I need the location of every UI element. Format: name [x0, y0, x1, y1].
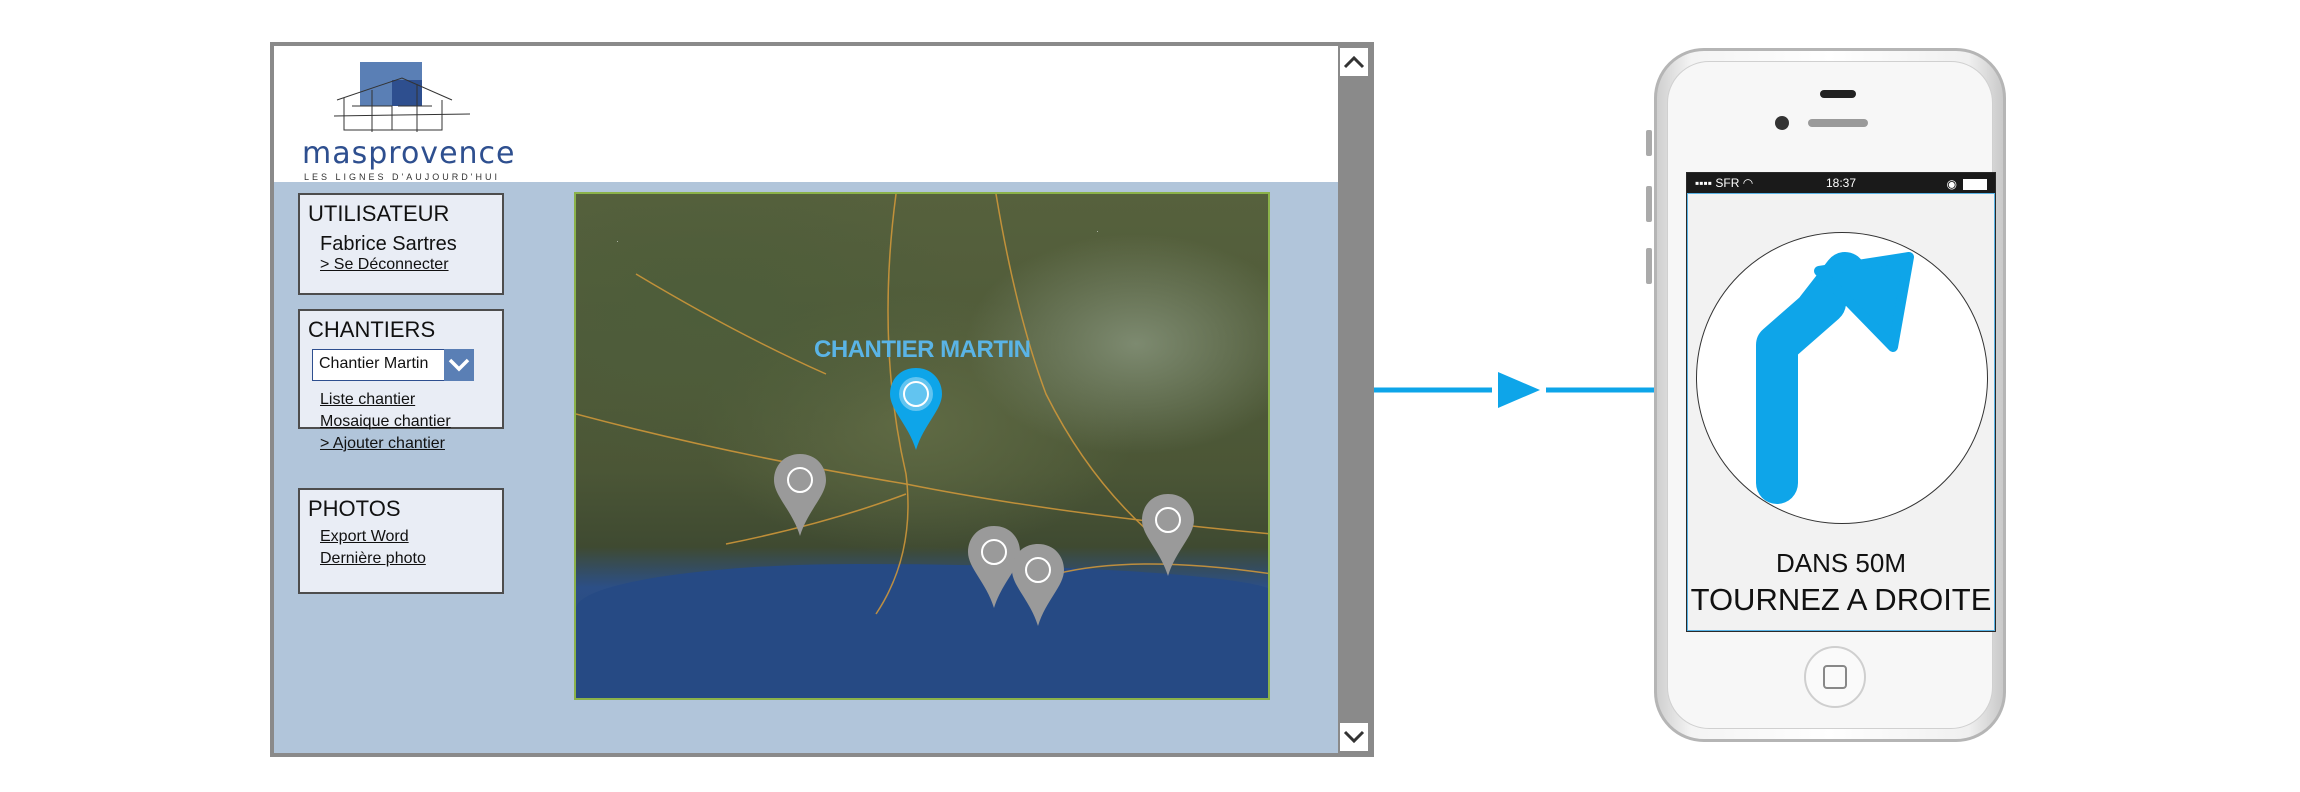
user-name: Fabrice Sartres	[320, 233, 457, 255]
vertical-scrollbar[interactable]	[1338, 46, 1370, 753]
battery-icon	[1963, 178, 1987, 190]
smartphone: ▪▪▪▪ SFR ◠ 18:37 ◉ DANS 50M TOURNEZ A DR…	[1654, 48, 2006, 742]
logo-tagline: LES LIGNES D'AUJOURD'HUI	[304, 172, 500, 182]
masprovence-logo: masprovence LES LIGNES D'AUJOURD'HUI	[302, 60, 515, 182]
liste-chantier-link[interactable]: Liste chantier	[320, 391, 494, 409]
map-site-label: CHANTIER MARTIN	[814, 336, 1031, 363]
map-pin-icon[interactable]	[1140, 492, 1196, 578]
chantiers-panel: CHANTIERS Chantier Martin Liste chantier…	[298, 309, 504, 452]
user-panel-title: UTILISATEUR	[308, 201, 450, 226]
phone-screen: ▪▪▪▪ SFR ◠ 18:37 ◉ DANS 50M TOURNEZ A DR…	[1686, 172, 1996, 632]
svg-text:·: ·	[1096, 226, 1099, 236]
app-header: masprovence LES LIGNES D'AUJOURD'HUI	[274, 46, 1342, 182]
status-bar: ▪▪▪▪ SFR ◠ 18:37 ◉	[1687, 173, 1995, 193]
turn-right-arrow-icon	[1756, 252, 1914, 504]
home-square-icon	[1823, 665, 1847, 689]
map-pin-icon[interactable]	[1010, 542, 1066, 628]
chevron-up-icon	[1343, 55, 1365, 69]
chantier-select[interactable]: Chantier Martin	[312, 349, 474, 381]
phone-volume-down	[1646, 248, 1652, 284]
phone-volume-up	[1646, 186, 1652, 222]
scroll-up-button[interactable]	[1340, 48, 1368, 76]
export-word-link[interactable]: Export Word	[320, 528, 494, 546]
chevron-down-icon	[448, 358, 470, 372]
photos-panel-title: PHOTOS	[308, 496, 401, 521]
satellite-map[interactable]: · · CHANTIER MARTIN	[574, 192, 1270, 700]
map-pin-icon[interactable]	[888, 366, 944, 452]
user-panel: UTILISATEUR Fabrice Sartres > Se Déconne…	[298, 193, 504, 295]
logout-link[interactable]: > Se Déconnecter	[320, 256, 494, 274]
phone-front: ▪▪▪▪ SFR ◠ 18:37 ◉ DANS 50M TOURNEZ A DR…	[1667, 61, 1996, 729]
navigation-app: DANS 50M TOURNEZ A DROITE	[1687, 193, 1995, 631]
svg-text:·: ·	[616, 236, 619, 246]
location-icon: ◉	[1946, 177, 1957, 191]
map-pin-icon[interactable]	[772, 452, 828, 538]
chantier-select-value: Chantier Martin	[319, 355, 429, 372]
phone-mute-switch	[1646, 130, 1652, 156]
home-button[interactable]	[1804, 646, 1866, 708]
mosaique-chantier-link[interactable]: Mosaique chantier	[320, 413, 494, 431]
phone-speaker	[1820, 90, 1856, 98]
turn-indicator	[1696, 232, 1988, 524]
scroll-down-button[interactable]	[1340, 723, 1368, 751]
photos-panel: PHOTOS Export Word Dernière photo	[298, 488, 504, 594]
status-right: ◉	[1947, 177, 1987, 191]
chantier-select-toggle[interactable]	[444, 349, 474, 381]
ajouter-chantier-link[interactable]: > Ajouter chantier	[320, 435, 494, 453]
chevron-down-icon	[1343, 730, 1365, 744]
front-camera-icon	[1775, 116, 1789, 130]
chantiers-panel-title: CHANTIERS	[308, 317, 436, 342]
flow-arrow-icon	[1374, 372, 1656, 408]
phone-earpiece	[1808, 119, 1868, 127]
distance-text: DANS 50M	[1775, 548, 1907, 578]
desktop-window: masprovence LES LIGNES D'AUJOURD'HUI UTI…	[270, 42, 1374, 757]
derniere-photo-link[interactable]: Dernière photo	[320, 550, 494, 568]
instruction-text: TOURNEZ A DROITE	[1690, 582, 1992, 617]
logo-wordmark: masprovence	[302, 136, 516, 171]
